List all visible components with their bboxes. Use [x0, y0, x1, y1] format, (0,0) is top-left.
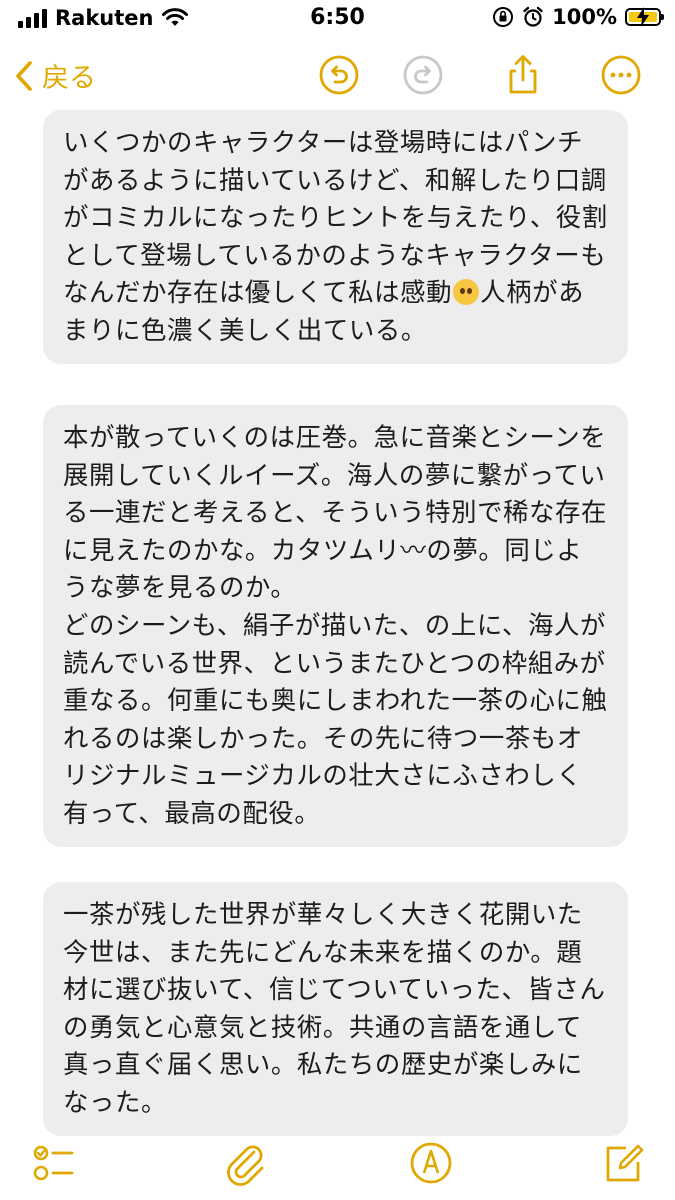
note-block-3[interactable]: 一茶が残した世界が華々しく大きく花開いた今世は、また先にどんな未来を描くのか。題… [43, 882, 628, 1136]
orientation-lock-icon [493, 7, 514, 27]
attachment-icon[interactable] [222, 1140, 268, 1186]
note-paragraph: いくつかのキャラクターは登場時にはパンチがあるように描いているけど、和解したり口… [63, 127, 608, 345]
more-icon[interactable] [600, 54, 642, 96]
undo-icon[interactable] [318, 54, 360, 96]
note-paragraph: 本が散っていくのは圧巻。急に音楽とシーンを展開していくルイーズ。海人の夢に繋がっ… [63, 422, 608, 603]
note-paragraph: どのシーンも、絹子が描いた、の上に、海人が読んでいる世界、というまたひとつの枠組… [63, 609, 608, 828]
status-bar: Rakuten 6:50 100% [0, 0, 675, 38]
alarm-icon [523, 6, 543, 27]
nav-bar: 戻る [0, 48, 675, 110]
bottom-toolbar [0, 1130, 675, 1200]
chevron-left-icon [16, 60, 32, 91]
compose-icon[interactable] [600, 1140, 646, 1186]
markup-icon[interactable] [408, 1140, 454, 1186]
battery-percent: 100% [552, 5, 617, 29]
back-button[interactable]: 戻る [14, 56, 96, 95]
note-block-2[interactable]: 本が散っていくのは圧巻。急に音楽とシーンを展開していくルイーズ。海人の夢に繋がっ… [43, 405, 628, 847]
share-icon[interactable] [502, 54, 544, 96]
back-label: 戻る [42, 63, 96, 94]
note-block-1[interactable]: いくつかのキャラクターは登場時にはパンチがあるように描いているけど、和解したり口… [43, 110, 628, 364]
redo-icon[interactable] [402, 54, 444, 96]
checklist-icon[interactable] [30, 1140, 76, 1186]
status-right: 100% [492, 5, 664, 29]
pleading-face-emoji [453, 279, 480, 306]
battery-charging-icon [625, 7, 664, 27]
note-paragraph: 一茶が残した世界が華々しく大きく花開いた今世は、また先にどんな未来を描くのか。題… [63, 899, 606, 1117]
